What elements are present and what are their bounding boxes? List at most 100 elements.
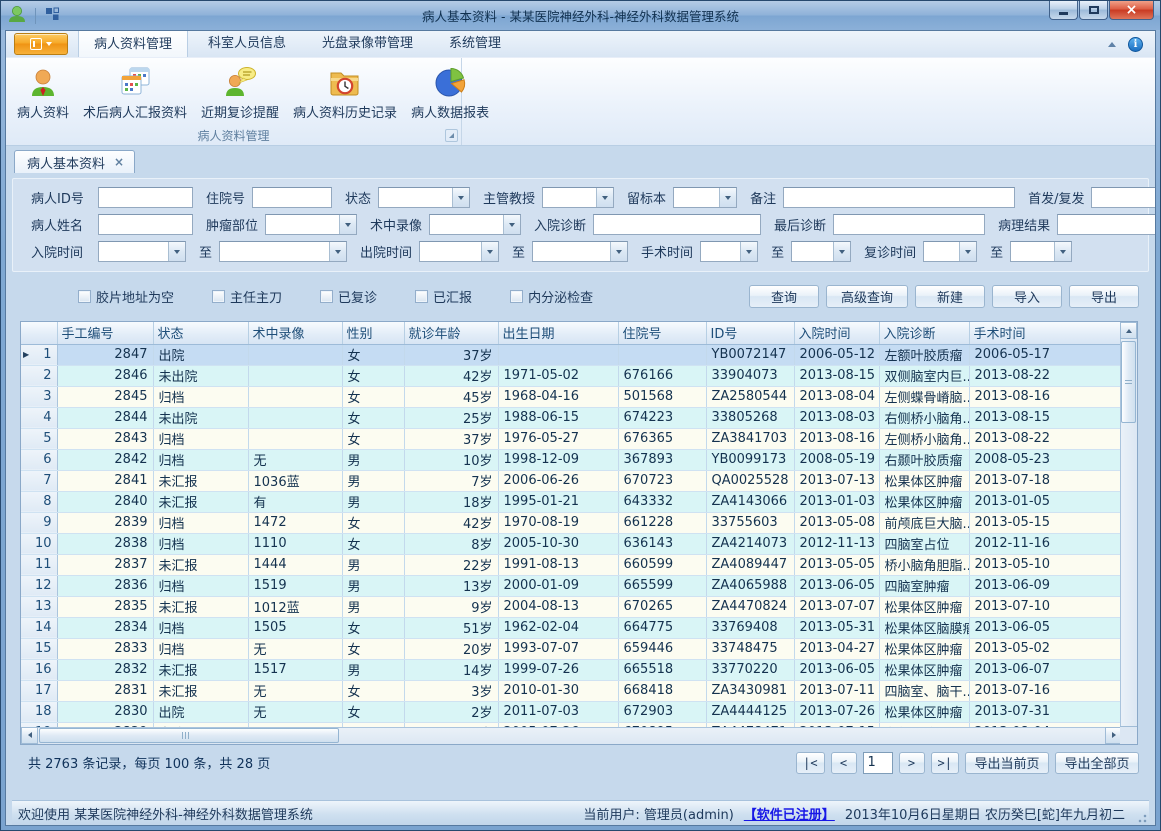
grid-cell[interactable]: 14岁 [404,659,498,680]
next-page-button[interactable]: > [899,752,925,774]
grid-cell[interactable]: 643332 [618,491,706,512]
grid-cell[interactable]: 670723 [618,470,706,491]
grid-cell[interactable]: 45岁 [404,386,498,407]
grid-cell[interactable]: 男 [342,491,404,512]
prev-page-button[interactable]: < [831,752,857,774]
grid-cell[interactable] [248,428,342,449]
export-current-page-button[interactable]: 导出当前页 [965,752,1049,774]
grid-cell[interactable]: 男 [342,596,404,617]
vertical-scrollbar[interactable] [1120,322,1137,743]
combo-dropdown-icon[interactable] [329,242,346,261]
grid-cell[interactable]: 2841 [57,470,153,491]
grid-cell[interactable]: 无 [248,701,342,722]
revisit-reminder-button[interactable]: 近期复诊提醒 [194,61,286,123]
grid-cell[interactable]: 2013-05-15 [969,512,1122,533]
grid-cell[interactable]: 664775 [618,617,706,638]
column-header-8[interactable]: 入院时间 [794,322,879,344]
grid-cell[interactable]: 未出院 [153,365,248,386]
export-all-pages-button[interactable]: 导出全部页 [1055,752,1139,774]
grid-cell[interactable]: 2008-05-19 [794,449,879,470]
grid-cell[interactable]: 42岁 [404,512,498,533]
grid-cell[interactable]: 2013-08-16 [794,428,879,449]
combo-dropdown-icon[interactable] [959,242,976,261]
grid-cell[interactable]: 2008-05-23 [969,449,1122,470]
grid-cell[interactable]: 22岁 [404,554,498,575]
filter-combo[interactable] [419,241,499,262]
app-menu-button[interactable] [14,33,68,55]
filter-input[interactable] [98,214,193,235]
grid-cell[interactable]: 1505 [248,617,342,638]
grid-cell[interactable]: 2832 [57,659,153,680]
filter-combo[interactable] [542,187,614,208]
grid-cell[interactable]: 1012蓝 [248,596,342,617]
filter-input[interactable] [98,187,193,208]
ribbon-tab-disc-management[interactable]: 光盘录像带管理 [306,30,429,57]
dialog-launcher-icon[interactable] [445,129,458,142]
combo-dropdown-icon[interactable] [503,215,520,234]
grid-cell[interactable]: 2013-08-22 [969,365,1122,386]
grid-cell[interactable]: 2837 [57,554,153,575]
filter-combo[interactable] [673,187,737,208]
combo-dropdown-icon[interactable] [596,188,613,207]
table-row[interactable]: 42844未出院女25岁1988-06-15674223338052682013… [21,407,1122,428]
grid-cell[interactable]: 2839 [57,512,153,533]
table-row[interactable]: 82840未汇报有男18岁1995-01-21643332ZA414306620… [21,491,1122,512]
combo-dropdown-icon[interactable] [168,242,185,261]
grid-cell[interactable]: 无 [248,638,342,659]
grid-cell[interactable]: 男 [342,575,404,596]
grid-cell[interactable]: 出院 [153,701,248,722]
grid-cell[interactable]: 674223 [618,407,706,428]
grid-cell[interactable]: 2838 [57,533,153,554]
grid-cell[interactable]: 归档 [153,512,248,533]
grid-cell[interactable]: 2840 [57,491,153,512]
grid-cell[interactable]: 2013-06-05 [969,617,1122,638]
filter-combo[interactable] [532,241,628,262]
combo-dropdown-icon[interactable] [452,188,469,207]
grid-cell[interactable]: 2846 [57,365,153,386]
combo-dropdown-icon[interactable] [610,242,627,261]
grid-cell[interactable]: 1968-04-16 [498,386,618,407]
grid-cell[interactable]: ZA3430981 [706,680,794,701]
grid-cell[interactable]: 2845 [57,386,153,407]
column-header-5[interactable]: 出生日期 [498,322,618,344]
grid-cell[interactable]: 1971-05-02 [498,365,618,386]
checkbox[interactable] [415,290,428,303]
grid-cell[interactable]: 未汇报 [153,491,248,512]
grid-cell[interactable]: 2012-11-13 [794,533,879,554]
checkbox[interactable] [320,290,333,303]
grid-cell[interactable]: 2833 [57,638,153,659]
combo-dropdown-icon[interactable] [833,242,850,261]
table-row[interactable]: ▶12847出院女37岁YB00721472006-05-12左额叶胶质瘤200… [21,344,1122,365]
grid-cell[interactable]: 659446 [618,638,706,659]
grid-cell[interactable]: 2006-05-17 [969,344,1122,365]
grid-cell[interactable]: 2013-07-07 [794,596,879,617]
grid-cell[interactable]: 2013-05-10 [969,554,1122,575]
grid-cell[interactable]: 2006-06-26 [498,470,618,491]
grid-cell[interactable]: 2013-08-15 [794,365,879,386]
grid-cell[interactable]: 松果体区肿瘤 [879,638,969,659]
grid-cell[interactable]: 2013-07-26 [794,701,879,722]
grid-cell[interactable]: 松果体区肿瘤 [879,659,969,680]
registered-link[interactable]: 【软件已注册】 [744,804,835,823]
column-header-4[interactable]: 就诊年龄 [404,322,498,344]
grid-cell[interactable]: 归档 [153,428,248,449]
column-header-9[interactable]: 入院诊断 [879,322,969,344]
grid-cell[interactable]: 20岁 [404,638,498,659]
checkbox[interactable] [78,290,91,303]
grid-cell[interactable]: ZA4214073 [706,533,794,554]
grid-cell[interactable]: 女 [342,386,404,407]
grid-cell[interactable]: 33755603 [706,512,794,533]
grid-cell[interactable]: 2013-07-11 [794,680,879,701]
table-row[interactable]: 72841未汇报1036蓝男7岁2006-06-26670723QA002552… [21,470,1122,491]
grid-cell[interactable]: 2013-07-13 [794,470,879,491]
grid-cell[interactable]: 2011-07-03 [498,701,618,722]
new-button[interactable]: 新建 [915,285,985,308]
grid-cell[interactable]: 2013-01-05 [969,491,1122,512]
grid-cell[interactable]: 676365 [618,428,706,449]
table-row[interactable]: 92839归档1472女42岁1970-08-19661228337556032… [21,512,1122,533]
horizontal-scrollbar[interactable] [21,727,1122,744]
grid-cell[interactable]: 女 [342,407,404,428]
checkbox[interactable] [510,290,523,303]
grid-cell[interactable]: 2013-08-15 [969,407,1122,428]
grid-cell[interactable]: 1110 [248,533,342,554]
